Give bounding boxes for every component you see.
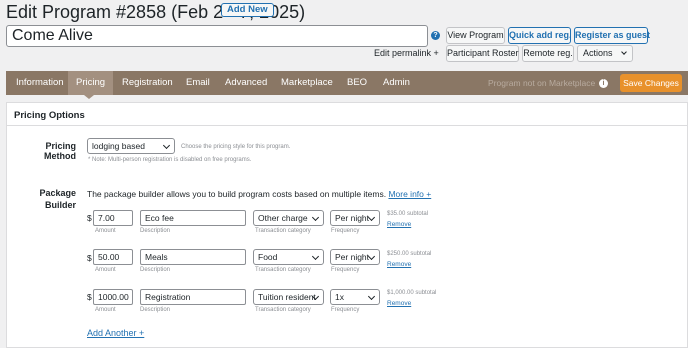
section-title: Pricing Options (7, 103, 687, 126)
description-input[interactable]: Meals (140, 249, 246, 265)
category-value: Tuition resident (258, 292, 316, 302)
tab-registration[interactable]: Registration (122, 71, 173, 95)
frequency-value: Per night (335, 252, 370, 262)
amount-hint: Amount (95, 228, 116, 234)
pricing-method-note: * Note: Multi-person registration is dis… (88, 157, 252, 163)
tab-marketplace[interactable]: Marketplace (281, 71, 333, 95)
frequency-hint: Frequency (331, 267, 360, 273)
more-info-link[interactable]: More info + (388, 189, 431, 199)
chevron-down-icon (621, 49, 627, 55)
chevron-down-icon (367, 292, 376, 301)
description-hint: Description (140, 228, 171, 234)
remote-reg-button[interactable]: Remote reg. (522, 45, 574, 62)
amount-hint: Amount (95, 267, 116, 273)
package-builder-text: The package builder allows you to build … (87, 189, 387, 199)
category-select[interactable]: Tuition resident (253, 289, 324, 305)
pricing-panel: Pricing Options Pricing Method lodging b… (6, 102, 688, 348)
tab-beo[interactable]: BEO (347, 71, 367, 95)
package-builder-label: Package Builder (16, 188, 76, 210)
description-input[interactable]: Eco fee (140, 210, 246, 226)
subtotal: $250.00 subtotal (387, 251, 432, 257)
info-icon[interactable]: i (599, 79, 608, 88)
category-value: Food (258, 252, 278, 262)
frequency-select[interactable]: Per night (330, 210, 380, 226)
tab-advanced[interactable]: Advanced (225, 71, 267, 95)
participant-roster-button[interactable]: Participant Roster (446, 45, 519, 62)
category-value: Other charge (258, 213, 308, 223)
amount-hint: Amount (95, 307, 116, 313)
frequency-select[interactable]: 1x (330, 289, 380, 305)
amount-input[interactable]: 50.00 (93, 249, 133, 265)
category-hint: Transaction category (255, 267, 311, 273)
register-as-guest-button[interactable]: Register as guest (574, 27, 650, 44)
add-another-link[interactable]: Add Another + (87, 328, 144, 338)
subtotal: $1,000.00 subtotal (387, 290, 437, 296)
chevron-down-icon (311, 252, 320, 261)
frequency-value: 1x (335, 292, 344, 302)
program-title-input[interactable]: Come Alive (6, 25, 428, 47)
amount-input[interactable]: 7.00 (93, 210, 133, 226)
add-new-button[interactable]: Add New (221, 3, 274, 17)
view-program-button[interactable]: View Program (446, 27, 505, 44)
remove-link[interactable]: Remove (387, 221, 411, 228)
pricing-method-hint: Choose the pricing style for this progra… (181, 144, 291, 150)
category-hint: Transaction category (255, 228, 311, 234)
chevron-down-icon (162, 141, 171, 150)
pricing-method-value: lodging based (92, 141, 145, 151)
remove-link[interactable]: Remove (387, 261, 411, 268)
tab-information[interactable]: Information (16, 71, 64, 95)
category-hint: Transaction category (255, 307, 311, 313)
package-label-line-2: Builder (44, 200, 76, 210)
currency-symbol: $ (87, 213, 92, 223)
currency-symbol: $ (87, 253, 92, 263)
quick-add-reg-button[interactable]: Quick add reg. (508, 27, 572, 44)
frequency-select[interactable]: Per night (330, 249, 380, 265)
actions-dropdown[interactable]: Actions (577, 45, 633, 62)
chevron-down-icon (311, 213, 320, 222)
save-changes-button[interactable]: Save Changes (620, 74, 682, 92)
active-tab-caret (84, 95, 94, 99)
frequency-hint: Frequency (331, 307, 360, 313)
description-hint: Description (140, 307, 171, 313)
tab-admin[interactable]: Admin (383, 71, 410, 95)
subtotal: $35.00 subtotal (387, 211, 429, 217)
amount-input[interactable]: 1000.00 (93, 289, 133, 305)
edit-permalink-link[interactable]: Edit permalink + (374, 48, 439, 58)
help-icon[interactable]: ? (431, 31, 440, 40)
package-label-line-1: Package (39, 188, 76, 198)
tab-email[interactable]: Email (186, 71, 210, 95)
category-select[interactable]: Other charge (253, 210, 324, 226)
tab-bar: Information Pricing Registration Email A… (6, 71, 688, 95)
tab-pricing[interactable]: Pricing (68, 71, 114, 95)
frequency-value: Per night (335, 213, 370, 223)
description-hint: Description (140, 267, 171, 273)
pricing-method-label: Pricing Method (44, 141, 76, 161)
frequency-hint: Frequency (331, 228, 360, 234)
description-input[interactable]: Registration (140, 289, 246, 305)
remove-link[interactable]: Remove (387, 300, 411, 307)
package-builder-description: The package builder allows you to build … (87, 189, 431, 199)
category-select[interactable]: Food (253, 249, 324, 265)
actions-dropdown-label: Actions (583, 48, 613, 58)
marketplace-status: Program not on Marketplace (488, 78, 596, 88)
pricing-method-select[interactable]: lodging based (87, 138, 175, 154)
currency-symbol: $ (87, 292, 92, 302)
